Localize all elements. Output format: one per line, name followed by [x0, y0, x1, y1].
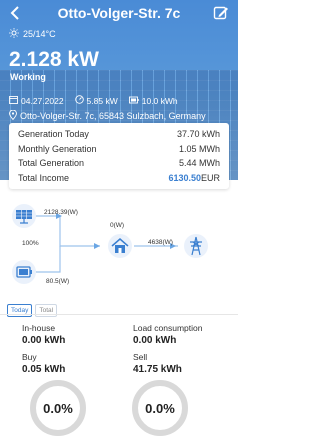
storage-value: 10.0 kWh — [141, 95, 178, 106]
tab-today[interactable]: Today — [7, 304, 33, 317]
gauge-icon — [74, 95, 84, 106]
battery-small-icon — [128, 96, 139, 106]
weather-info: 25/14°C — [9, 28, 56, 40]
home-node[interactable] — [108, 234, 132, 258]
buy-label: Buy — [22, 352, 37, 362]
install-date: 04.27.2022 — [21, 95, 64, 106]
summary-row: Generation Today 37.70 kWh — [18, 127, 220, 142]
summary-row: Monthly Generation 1.05 MWh — [18, 142, 220, 157]
summary-label: Generation Today — [18, 129, 89, 140]
summary-value: 1.05 MWh — [178, 143, 220, 154]
load-value: 0.00 kWh — [133, 335, 177, 346]
solar-node[interactable] — [12, 204, 36, 228]
in-house-stat: In-house 0.00 kWh — [22, 323, 65, 346]
summary-row: Total Generation 5.44 MWh — [18, 156, 220, 171]
tab-total[interactable]: Total — [35, 304, 58, 317]
divider — [0, 314, 238, 315]
summary-row: Total Income 6130.50EUR — [18, 171, 220, 186]
home-power-label: 0(W) — [110, 222, 125, 229]
storage-info: 10.0 kWh — [128, 95, 178, 106]
buy-value: 0.05 kWh — [22, 364, 66, 375]
weather-text: 25/14°C — [23, 29, 56, 39]
sell-stat: Sell 41.75 kWh — [133, 352, 182, 375]
summary-label: Total Income — [18, 172, 70, 183]
sell-label: Sell — [133, 352, 148, 362]
summary-label: Monthly Generation — [18, 143, 97, 154]
income-amount: 6130.50 — [168, 172, 201, 183]
grid-node[interactable] — [184, 234, 208, 258]
solar-panel-icon — [16, 210, 32, 224]
battery-soc-label: 100% — [22, 240, 39, 247]
summary-value: 37.70 kWh — [176, 129, 220, 140]
sell-ratio-ring: 0.0% — [132, 380, 188, 436]
calendar-icon — [9, 95, 18, 106]
location-pin-icon — [9, 109, 17, 122]
buy-stat: Buy 0.05 kWh — [22, 352, 65, 375]
date-info: 04.27.2022 — [9, 95, 64, 106]
sun-icon — [9, 28, 19, 40]
energy-flow-diagram: 2128.39(W) 100% 80.5(W) 0(W) 4638(W) — [0, 198, 238, 298]
battery-icon — [16, 266, 32, 278]
address-info: Otto-Volger-Str. 7c, 65843 Sulzbach, Ger… — [9, 109, 206, 122]
edit-icon[interactable] — [213, 5, 229, 21]
battery-node[interactable] — [12, 260, 36, 284]
power-tower-icon — [190, 236, 202, 256]
page-title: Otto-Volger-Str. 7c — [57, 5, 181, 21]
generation-summary-card: Generation Today 37.70 kWh Monthly Gener… — [9, 123, 229, 189]
self-use-percent: 0.0% — [43, 400, 73, 416]
capacity-value: 5.85 kW — [86, 95, 118, 106]
sell-value: 41.75 kWh — [133, 364, 182, 375]
in-house-label: In-house — [22, 323, 56, 333]
title-bar: Otto-Volger-Str. 7c — [0, 0, 238, 26]
solar-power-label: 2128.39(W) — [44, 209, 78, 216]
income-unit: EUR — [200, 172, 220, 183]
plant-info-row: 04.27.2022 5.85 kW 10.0 kWh — [9, 95, 178, 106]
summary-value: 5.44 MWh — [178, 158, 220, 169]
load-consumption-stat: Load consumption 0.00 kWh — [133, 323, 202, 346]
grid-power-label: 4638(W) — [148, 239, 173, 246]
sell-ratio-percent: 0.0% — [145, 400, 175, 416]
self-use-ring: 0.0% — [30, 380, 86, 436]
period-toggle: Today Total — [7, 304, 58, 317]
summary-label: Total Generation — [18, 158, 85, 169]
status-text: Working — [10, 72, 46, 82]
summary-value: 6130.50EUR — [168, 173, 220, 183]
load-label: Load consumption — [133, 323, 203, 333]
in-house-value: 0.00 kWh — [22, 335, 66, 346]
address-text: Otto-Volger-Str. 7c, 65843 Sulzbach, Ger… — [20, 111, 206, 121]
home-icon — [111, 238, 129, 253]
battery-power-label: 80.5(W) — [46, 278, 70, 285]
current-power: 2.128 kW — [9, 48, 99, 71]
capacity-info: 5.85 kW — [74, 95, 118, 106]
